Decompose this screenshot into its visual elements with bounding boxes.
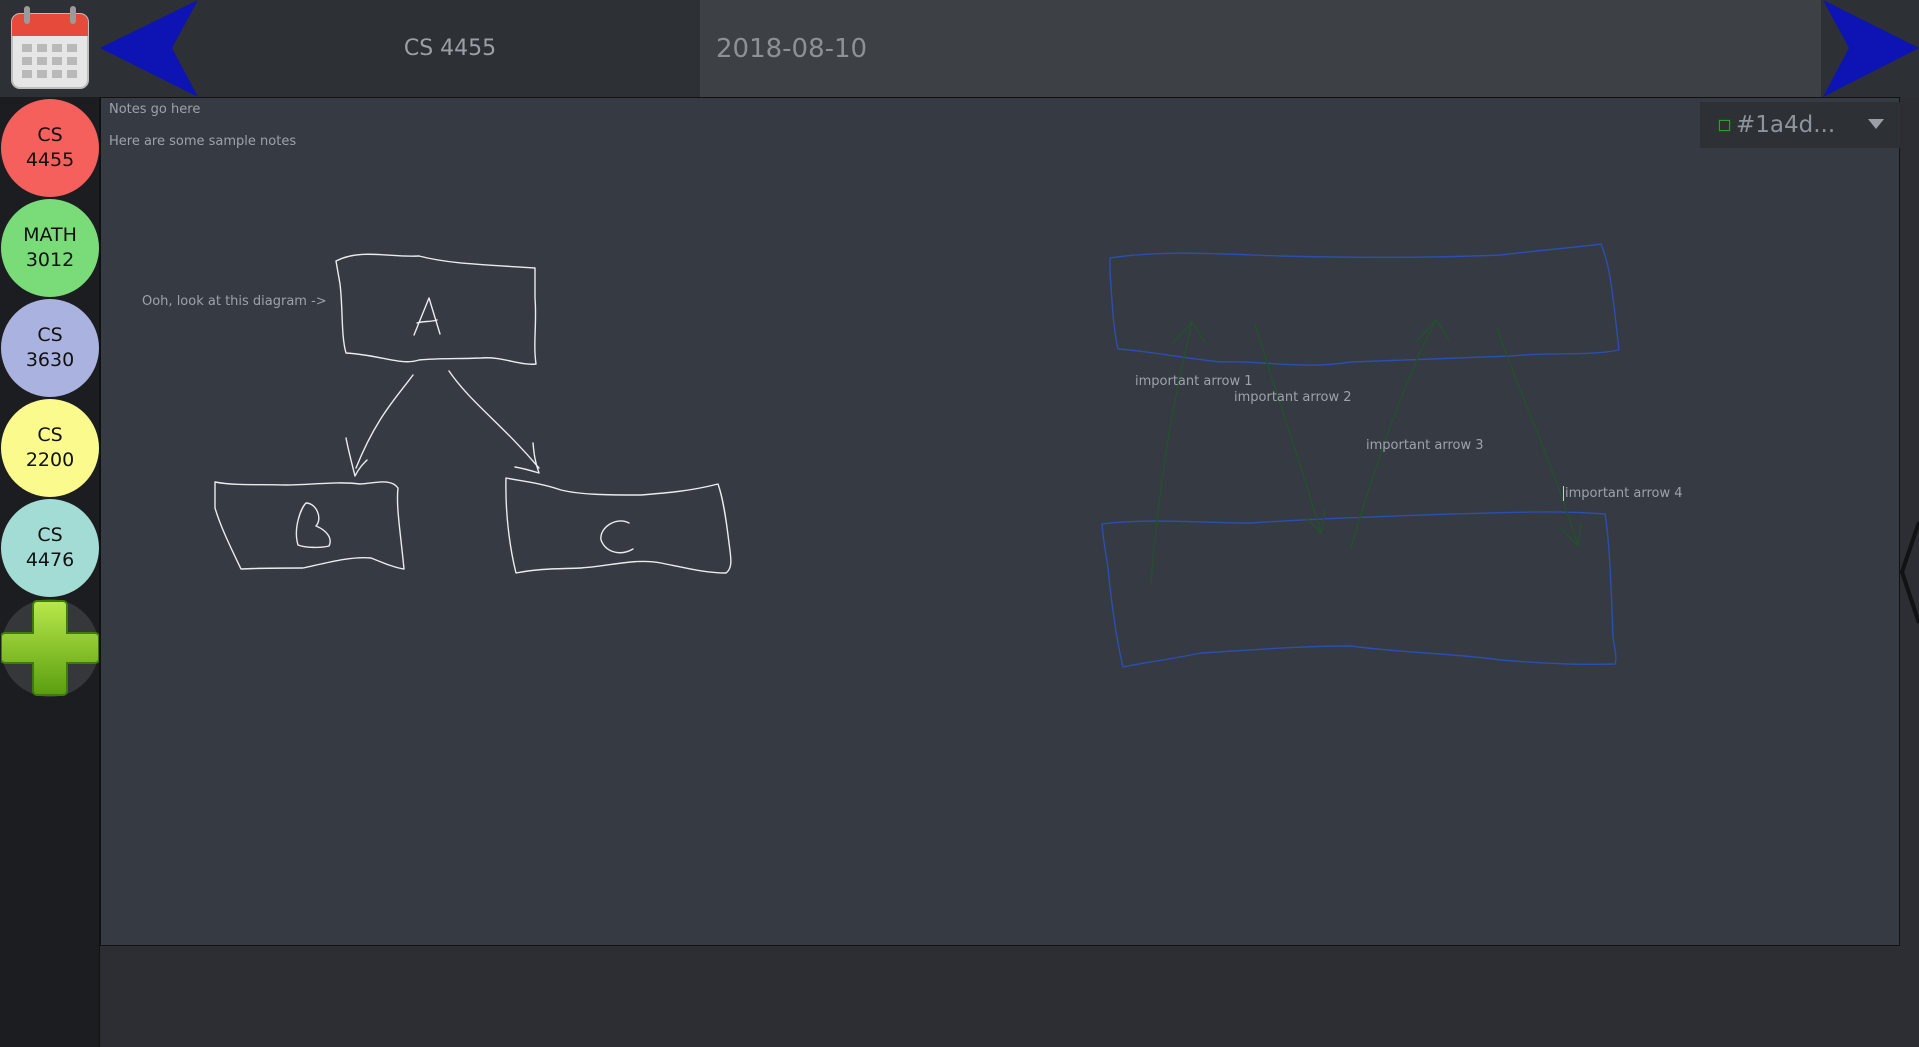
white-diagram (214, 253, 732, 574)
arrow-label-4[interactable]: important arrow 4 (1563, 486, 1683, 501)
top-bar: CS 4455 2018-08-10 (0, 0, 1919, 97)
bottom-panel (100, 946, 1919, 1047)
add-course-button[interactable] (0, 599, 100, 697)
course-cs-3630[interactable]: CS 3630 (1, 299, 99, 397)
blue-diagram (1101, 243, 1620, 668)
plus-icon (0, 600, 100, 696)
course-title: CS 4455 (403, 36, 497, 61)
chevron-left-icon[interactable] (1898, 520, 1919, 625)
hand-drawing (214, 243, 1620, 668)
course-code: CS (37, 324, 63, 346)
course-cs-2200[interactable]: CS 2200 (1, 399, 99, 497)
date-field[interactable]: 2018-08-10 (700, 0, 1821, 97)
course-cs-4476[interactable]: CS 4476 (1, 499, 99, 597)
course-number: 4455 (25, 149, 75, 171)
color-value: #1a4d... (1736, 112, 1836, 138)
course-math-3012[interactable]: MATH 3012 (1, 199, 99, 297)
arrow-label-2[interactable]: important arrow 2 (1234, 390, 1352, 405)
chevron-down-icon (1868, 119, 1884, 129)
pen-color-picker[interactable]: #1a4d... (1700, 102, 1900, 148)
course-number: 3012 (25, 249, 75, 271)
course-sidebar: CS 4455 MATH 3012 CS 3630 CS 2200 CS 4476 (0, 97, 101, 1047)
course-code: CS (37, 524, 63, 546)
course-number: 2200 (25, 449, 75, 471)
arrow-label-3[interactable]: important arrow 3 (1366, 438, 1484, 453)
course-code: CS (37, 124, 63, 146)
calendar-icon[interactable] (10, 4, 90, 90)
arrow-right-icon[interactable] (1821, 0, 1919, 97)
color-swatch (1718, 118, 1731, 132)
course-number: 3630 (25, 349, 75, 371)
arrow-label-1[interactable]: important arrow 1 (1135, 374, 1253, 389)
course-number: 4476 (25, 549, 75, 571)
notes-canvas[interactable]: Notes go here Here are some sample notes… (100, 97, 1900, 946)
arrow-left-icon[interactable] (100, 0, 201, 97)
course-code: CS (37, 424, 63, 446)
course-code: MATH (23, 224, 77, 246)
course-cs-4455[interactable]: CS 4455 (1, 99, 99, 197)
